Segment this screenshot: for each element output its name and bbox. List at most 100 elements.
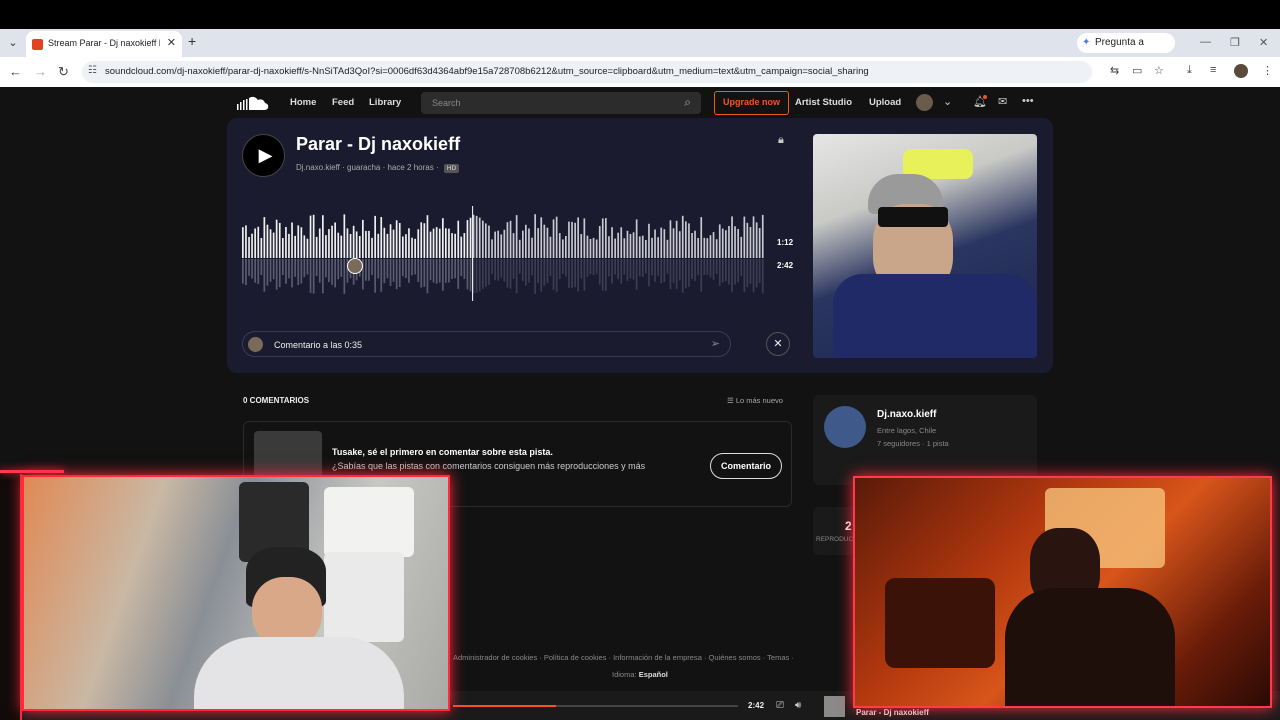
menu-kebab-icon[interactable]: ⋮ [1262, 64, 1273, 77]
waveform-bar [426, 215, 429, 258]
waveform-reflection-bar [752, 259, 755, 293]
waveform-bar [654, 229, 656, 258]
artist-card: Dj.naxo.kieff Entre lagos, Chile 7 segui… [813, 395, 1037, 485]
nav-artist-studio[interactable]: Artist Studio [795, 97, 852, 108]
waveform-reflection-bar [660, 259, 663, 284]
minimize-icon[interactable]: — [1200, 36, 1211, 48]
waveform[interactable] [242, 206, 765, 301]
profile-avatar[interactable] [1234, 64, 1248, 78]
site-info-icon[interactable]: ☷ [88, 65, 97, 76]
footer-language[interactable]: Idioma: Español [612, 670, 668, 679]
waveform-bar [577, 217, 579, 258]
sort-dropdown[interactable]: ☰ Lo más nuevo [727, 396, 783, 405]
waveform-reflection-bar [623, 259, 626, 275]
waveform-bar [365, 230, 367, 258]
waveform-reflection-bar [589, 259, 592, 275]
waveform-reflection-bar [651, 259, 653, 276]
waveform-bar [445, 228, 447, 258]
translate-icon[interactable]: ⇆ [1110, 64, 1119, 77]
maximize-icon[interactable]: ❐ [1230, 36, 1240, 49]
waveform-reflection-bar [595, 259, 598, 274]
waveform-bar [257, 226, 260, 258]
waveform-bar [454, 233, 456, 258]
gemini-button[interactable]: ✦ Pregunta a Gemini [1077, 33, 1175, 68]
playhead-cursor [472, 206, 474, 301]
waveform-bar [263, 217, 266, 258]
browser-tab-active[interactable]: Stream Parar - Dj naxokieff by D ✕ [26, 31, 182, 57]
stream-overlay-left-frame [0, 474, 22, 720]
tab-search-dropdown-icon[interactable]: ⌄ [4, 34, 22, 52]
waveform-bar [706, 238, 709, 258]
waveform-reflection-bar [325, 259, 327, 278]
waveform-reflection-bar [478, 259, 481, 292]
waveform-reflection-bar [466, 259, 469, 290]
waveform-reflection-bar [263, 259, 266, 292]
back-icon[interactable]: ← [9, 64, 22, 79]
bookmark-star-icon[interactable]: ☆ [1154, 64, 1164, 77]
private-lock-icon: 🔒︎ [778, 134, 784, 146]
waveform-bar [500, 234, 503, 258]
soundcloud-logo-icon[interactable] [237, 95, 269, 111]
close-tab-icon[interactable]: ✕ [167, 36, 176, 49]
waveform-bar [522, 230, 524, 258]
comment-button[interactable]: Comentario [710, 453, 782, 479]
waveform-bar [389, 224, 392, 258]
nav-library[interactable]: Library [369, 97, 401, 108]
url-field[interactable]: ☷ soundcloud.com/dj-naxokieff/parar-dj-n… [82, 61, 1092, 83]
play-button[interactable]: ▶ [242, 134, 285, 177]
media-icon[interactable]: ≡ [1210, 64, 1216, 76]
cast-player-icon[interactable]: ⎚ [776, 700, 784, 711]
waveform-reflection-bar [546, 259, 549, 284]
waveform-bar [518, 239, 521, 258]
waveform-bar [248, 237, 250, 258]
waveform-bar [709, 235, 712, 258]
user-avatar[interactable] [916, 94, 933, 111]
comment-user-avatar [248, 337, 263, 352]
reload-icon[interactable]: ↻ [58, 64, 69, 80]
forward-icon[interactable]: → [34, 64, 47, 79]
waveform-reflection-bar [417, 259, 420, 282]
nav-home[interactable]: Home [290, 97, 316, 108]
waveform-reflection-bar [374, 259, 376, 293]
track-artist-link[interactable]: Dj.naxo.kieff [296, 163, 340, 172]
player-track-title[interactable]: Parar - Dj naxokieff [856, 708, 929, 717]
search-icon[interactable]: ⌕ [684, 95, 691, 110]
waveform-bar [681, 215, 684, 258]
upgrade-button[interactable]: Upgrade now [714, 91, 789, 115]
download-icon[interactable]: ⤓ [1187, 64, 1192, 77]
messages-icon[interactable]: ✉ [998, 95, 1007, 108]
waveform-bar [488, 225, 490, 258]
waveform-bar [442, 218, 444, 258]
close-window-icon[interactable]: ✕ [1259, 36, 1268, 49]
close-comment-button[interactable]: ✕ [766, 332, 790, 356]
language-value[interactable]: Español [639, 670, 668, 679]
volume-icon[interactable]: 🔊︎ [795, 700, 801, 711]
player-track-thumbnail[interactable] [824, 696, 845, 717]
waveform-reflection-bar [515, 259, 518, 294]
waveform-bar [482, 220, 484, 258]
send-comment-icon[interactable]: ➢ [711, 337, 720, 350]
waveform-reflection-bar [260, 259, 263, 275]
track-genre-tag[interactable]: guaracha [347, 163, 380, 172]
new-tab-icon[interactable]: + [188, 33, 196, 49]
waveform-bar [380, 217, 383, 258]
waveform-comment-avatar[interactable] [347, 258, 363, 274]
chevron-down-icon[interactable]: ⌄ [943, 95, 952, 108]
search-input[interactable]: Search ⌕ [421, 92, 701, 114]
waveform-reflection-bar [312, 259, 315, 294]
nav-feed[interactable]: Feed [332, 97, 354, 108]
artist-avatar[interactable] [824, 406, 866, 448]
waveform-bar [512, 233, 515, 258]
nav-upload[interactable]: Upload [869, 97, 901, 108]
waveform-reflection-bar [405, 259, 407, 279]
sort-label: Lo más nuevo [735, 396, 783, 405]
waveform-reflection-bar [694, 259, 696, 281]
more-options-icon[interactable]: ••• [1022, 95, 1034, 107]
footer-links[interactable]: Administrador de cookies · Política de c… [453, 653, 794, 662]
cast-icon[interactable]: ▭ [1132, 64, 1142, 77]
playback-progress[interactable] [453, 705, 738, 707]
comment-input[interactable]: Comentario a las 0:35 ➢ [242, 331, 731, 357]
artist-name[interactable]: Dj.naxo.kieff [877, 409, 936, 420]
waveform-bar [435, 227, 438, 258]
waveform-bar [694, 230, 696, 258]
